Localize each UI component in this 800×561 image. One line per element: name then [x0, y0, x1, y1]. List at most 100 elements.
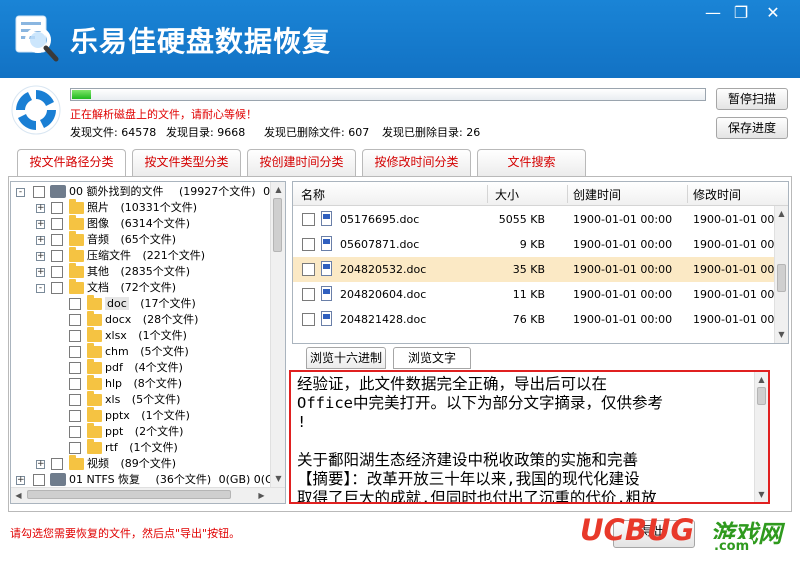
tree-item-pptx[interactable]: pptx (1个文件) — [11, 407, 269, 424]
file-row[interactable]: 05176695.doc 5055 KB 1900-01-01 00:00 1900-… — [293, 207, 776, 232]
collapse-icon[interactable]: - — [36, 284, 45, 293]
scroll-up-icon[interactable]: ▲ — [775, 207, 788, 220]
tree-checkbox[interactable] — [69, 314, 81, 326]
tree-checkbox[interactable] — [51, 282, 63, 294]
tab-by-path[interactable]: 按文件路径分类 — [17, 149, 126, 177]
tab-by-type[interactable]: 按文件类型分类 — [132, 149, 241, 176]
tree-item-rtf[interactable]: rtf (1个文件) — [11, 439, 269, 456]
tree-checkbox[interactable] — [69, 330, 81, 342]
collapse-icon[interactable]: - — [16, 188, 25, 197]
expand-icon[interactable]: + — [36, 252, 45, 261]
tree-item-images[interactable]: + 图像 (6314个文件) — [11, 215, 269, 232]
column-created[interactable]: 创建时间 — [573, 186, 621, 203]
tree-item-ppt[interactable]: ppt (2个文件) — [11, 423, 269, 440]
tree-item-chm[interactable]: chm (5个文件) — [11, 343, 269, 360]
tree-checkbox[interactable] — [69, 362, 81, 374]
tab-text-view[interactable]: 浏览文字 — [393, 347, 471, 369]
tree-checkbox[interactable] — [33, 474, 45, 486]
scroll-left-icon[interactable]: ◀ — [12, 489, 25, 502]
scroll-down-icon[interactable]: ▼ — [755, 488, 768, 501]
scroll-down-icon[interactable]: ▼ — [775, 328, 788, 341]
tab-file-search[interactable]: 文件搜索 — [477, 149, 586, 176]
file-list[interactable]: 名称 大小 创建时间 修改时间 05176695.doc 5055 KB 1900-… — [292, 181, 789, 344]
tree-item-extra-files[interactable]: - 00 额外找到的文件 (19927个文件) 0 — [11, 184, 270, 200]
tree-item-ntfs-recovery[interactable]: +01 NTFS 恢复 (36个文件) 0(GB) 0(GB — [11, 472, 281, 488]
tree-checkbox[interactable] — [69, 378, 81, 390]
tree-item-video[interactable]: + 视频 (89个文件) — [11, 455, 269, 472]
scroll-right-icon[interactable]: ▶ — [255, 489, 268, 502]
column-size[interactable]: 大小 — [495, 186, 519, 203]
file-modified: 1900-01-01 00 — [693, 263, 775, 276]
file-row[interactable]: 204821428.doc 76 KB 1900-01-01 00:00 1900-0… — [293, 307, 776, 332]
tab-by-created-time[interactable]: 按创建时间分类 — [247, 149, 356, 176]
folder-icon — [69, 279, 84, 294]
tree-checkbox[interactable] — [69, 298, 81, 310]
tab-by-modified-time[interactable]: 按修改时间分类 — [362, 149, 471, 176]
drive-icon — [50, 473, 66, 486]
expand-icon[interactable]: + — [36, 204, 45, 213]
preview-scrollbar[interactable]: ▲ ▼ — [754, 372, 768, 502]
expand-icon[interactable]: + — [36, 460, 45, 469]
expand-icon[interactable]: + — [36, 220, 45, 229]
tree-item-archives[interactable]: + 压缩文件 (221个文件) — [11, 247, 269, 264]
file-checkbox[interactable] — [302, 313, 315, 326]
tree-checkbox[interactable] — [69, 394, 81, 406]
expand-icon[interactable]: + — [36, 268, 45, 277]
tree-hscroll-thumb[interactable] — [27, 490, 231, 499]
tree-item-documents[interactable]: - 文档 (72个文件) — [11, 279, 269, 296]
file-row[interactable]: 204820604.doc 11 KB 1900-01-01 00:00 1900-0… — [293, 282, 776, 307]
tree-checkbox[interactable] — [51, 250, 63, 262]
tree-item-other[interactable]: + 其他 (2835个文件) — [11, 263, 269, 280]
expand-icon[interactable]: + — [36, 236, 45, 245]
scroll-down-icon[interactable]: ▼ — [272, 472, 285, 485]
tree-checkbox[interactable] — [51, 458, 63, 470]
tree-scroll-thumb[interactable] — [273, 198, 282, 252]
file-checkbox[interactable] — [302, 288, 315, 301]
file-modified: 1900-01-01 00 — [693, 313, 775, 326]
column-modified[interactable]: 修改时间 — [693, 186, 741, 203]
tab-hex-view[interactable]: 浏览十六进制 — [306, 347, 386, 369]
minimize-icon[interactable]: — — [698, 0, 728, 26]
tree-checkbox[interactable] — [51, 234, 63, 246]
tree-item-docx[interactable]: docx (28个文件) — [11, 311, 269, 328]
tree-item-xls[interactable]: xls (5个文件) — [11, 391, 269, 408]
tree-item-count: (36个文件) — [152, 473, 212, 486]
scroll-up-icon[interactable]: ▲ — [755, 373, 768, 386]
preview-scroll-thumb[interactable] — [757, 387, 766, 405]
tree-item-xlsx[interactable]: xlsx (1个文件) — [11, 327, 269, 344]
tree-checkbox[interactable] — [33, 186, 45, 198]
file-list-scroll-thumb[interactable] — [777, 264, 786, 292]
folder-icon — [87, 375, 102, 390]
tree-checkbox[interactable] — [51, 202, 63, 214]
tree-checkbox[interactable] — [51, 266, 63, 278]
tree-vertical-scrollbar[interactable]: ▲ ▼ — [270, 182, 285, 487]
file-checkbox[interactable] — [302, 213, 315, 226]
file-size: 35 KB — [512, 263, 545, 276]
tree-horizontal-scrollbar[interactable]: ◀ ▶ — [11, 487, 285, 503]
tree-item-hlp[interactable]: hlp (8个文件) — [11, 375, 269, 392]
file-checkbox[interactable] — [302, 238, 315, 251]
column-name[interactable]: 名称 — [301, 186, 325, 203]
tree-item-photos[interactable]: + 照片 (10331个文件) — [11, 199, 269, 216]
tree-item-pdf[interactable]: pdf (4个文件) — [11, 359, 269, 376]
tree-checkbox[interactable] — [51, 218, 63, 230]
pause-scan-button[interactable]: 暂停扫描 — [716, 88, 788, 110]
tree-item-audio[interactable]: + 音频 (65个文件) — [11, 231, 269, 248]
file-row[interactable]: 204820532.doc 35 KB 1900-01-01 00:00 1900-0… — [293, 257, 776, 282]
file-list-scrollbar[interactable]: ▲ ▼ — [774, 206, 788, 343]
file-row[interactable]: 05607871.doc 9 KB 1900-01-01 00:00 1900-01-… — [293, 232, 776, 257]
folder-tree[interactable]: - 00 额外找到的文件 (19927个文件) 0 + 照片 (10331个文件) + 图… — [10, 181, 286, 504]
tree-item-doc[interactable]: doc (17个文件) — [11, 295, 269, 312]
tree-checkbox[interactable] — [69, 346, 81, 358]
expand-icon[interactable]: + — [16, 476, 25, 485]
tree-checkbox[interactable] — [69, 442, 81, 454]
folder-icon — [69, 199, 84, 214]
file-checkbox[interactable] — [302, 263, 315, 276]
tree-checkbox[interactable] — [69, 426, 81, 438]
close-icon[interactable]: ✕ — [758, 0, 788, 26]
save-progress-button[interactable]: 保存进度 — [716, 117, 788, 139]
restore-icon[interactable]: ❐ — [726, 0, 756, 26]
folder-icon — [87, 359, 102, 374]
scroll-up-icon[interactable]: ▲ — [272, 183, 285, 196]
tree-checkbox[interactable] — [69, 410, 81, 422]
